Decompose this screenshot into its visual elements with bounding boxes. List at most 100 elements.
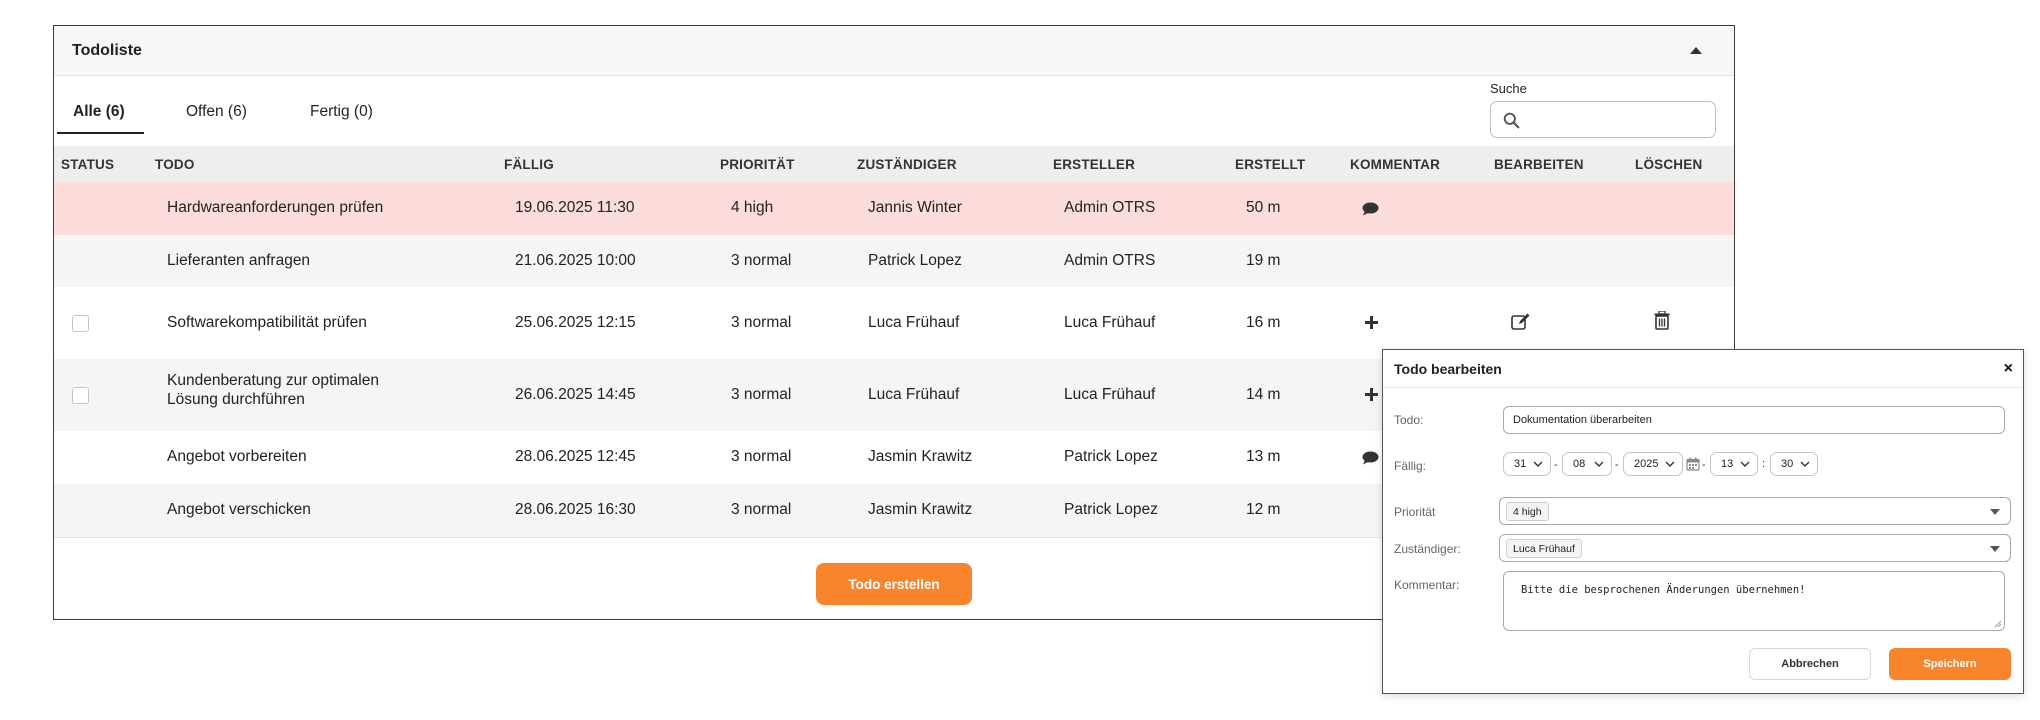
todo-title-line1: Kundenberatung zur optimalen bbox=[167, 372, 379, 389]
due-hour-value: 13 bbox=[1721, 458, 1734, 470]
assignee: Jannis Winter bbox=[868, 199, 962, 216]
due-day-select[interactable]: 31 bbox=[1503, 452, 1551, 476]
due-date: 26.06.2025 14:45 bbox=[515, 386, 636, 403]
col-todo[interactable]: TODO bbox=[155, 157, 195, 172]
plus-icon[interactable] bbox=[1365, 388, 1378, 401]
created-ago: 50 m bbox=[1246, 199, 1281, 216]
due-date: 25.06.2025 12:15 bbox=[515, 314, 636, 331]
todo-title-line2: Lösung durchführen bbox=[167, 391, 305, 408]
due-label: Fällig: bbox=[1394, 459, 1427, 473]
save-button[interactable]: Speichern bbox=[1889, 648, 2011, 680]
assignee-select[interactable]: Luca Frühauf bbox=[1499, 534, 2011, 562]
due-month-value: 08 bbox=[1573, 458, 1586, 470]
table-row[interactable]: Hardwareanforderungen prüfen 19.06.2025 … bbox=[54, 182, 1734, 235]
priority: 3 normal bbox=[731, 314, 792, 331]
table-header: STATUS TODO FÄLLIG PRIORITÄT ZUSTÄNDIGER… bbox=[54, 146, 1734, 182]
time-dash: - bbox=[1702, 459, 1706, 471]
due-minute-value: 30 bbox=[1781, 458, 1794, 470]
col-status[interactable]: STATUS bbox=[61, 157, 114, 172]
priority: 3 normal bbox=[731, 501, 792, 518]
todo-title: Angebot vorbereiten bbox=[167, 448, 307, 465]
col-assignee[interactable]: ZUSTÄNDIGER bbox=[857, 157, 957, 172]
due-month-select[interactable]: 08 bbox=[1562, 452, 1612, 476]
col-delete: LÖSCHEN bbox=[1635, 157, 1703, 172]
created-ago: 14 m bbox=[1246, 386, 1281, 403]
todo-input[interactable]: Dokumentation überarbeiten bbox=[1503, 406, 2005, 434]
tab-all[interactable]: Alle (6) bbox=[73, 103, 125, 131]
caret-down-icon bbox=[1990, 546, 2000, 552]
plus-icon[interactable] bbox=[1365, 316, 1378, 329]
col-edit: BEARBEITEN bbox=[1494, 157, 1584, 172]
time-colon: : bbox=[1762, 458, 1766, 470]
assignee-tag: Luca Frühauf bbox=[1506, 539, 1582, 558]
table-row[interactable]: Lieferanten anfragen 21.06.2025 10:00 3 … bbox=[54, 235, 1734, 287]
comment-textarea[interactable]: Bitte die besprochenen Änderungen überne… bbox=[1503, 571, 2005, 631]
status-checkbox[interactable] bbox=[72, 315, 89, 332]
created-ago: 16 m bbox=[1246, 314, 1281, 331]
comment-label: Kommentar: bbox=[1394, 578, 1460, 592]
chevron-down-icon bbox=[1800, 461, 1810, 467]
due-minute-select[interactable]: 30 bbox=[1770, 452, 1818, 476]
tab-open[interactable]: Offen (6) bbox=[186, 103, 247, 131]
assignee: Luca Frühauf bbox=[868, 314, 960, 331]
col-priority[interactable]: PRIORITÄT bbox=[720, 157, 795, 172]
todo-title: Hardwareanforderungen prüfen bbox=[167, 199, 384, 216]
priority: 3 normal bbox=[731, 448, 792, 465]
chevron-down-icon bbox=[1533, 461, 1543, 467]
edit-todo-modal: Todo bearbeiten × Todo: Dokumentation üb… bbox=[1382, 349, 2024, 694]
chevron-down-icon bbox=[1740, 461, 1750, 467]
close-icon[interactable]: × bbox=[2004, 360, 2013, 378]
todo-title: Angebot verschicken bbox=[167, 501, 311, 518]
comment-icon[interactable] bbox=[1362, 202, 1379, 216]
creator: Patrick Lopez bbox=[1064, 448, 1158, 465]
todo-label: Todo: bbox=[1394, 413, 1424, 427]
todo-title: Softwarekompatibilität prüfen bbox=[167, 314, 367, 331]
col-creator[interactable]: ERSTELLER bbox=[1053, 157, 1135, 172]
collapse-icon[interactable] bbox=[1690, 47, 1702, 54]
due-date: 19.06.2025 11:30 bbox=[515, 199, 635, 216]
active-tab-indicator bbox=[57, 132, 144, 134]
comment-text: Bitte die besprochenen Änderungen überne… bbox=[1521, 584, 1806, 596]
assignee: Jasmin Krawitz bbox=[868, 501, 973, 518]
panel-title: Todoliste bbox=[72, 41, 142, 59]
cancel-button[interactable]: Abbrechen bbox=[1749, 648, 1871, 680]
due-hour-select[interactable]: 13 bbox=[1710, 452, 1758, 476]
resize-grip-icon[interactable] bbox=[1994, 620, 2002, 628]
col-comment: KOMMENTAR bbox=[1350, 157, 1441, 172]
creator: Admin OTRS bbox=[1064, 199, 1156, 216]
created-ago: 13 m bbox=[1246, 448, 1281, 465]
create-todo-button[interactable]: Todo erstellen bbox=[816, 563, 972, 605]
priority-select[interactable]: 4 high bbox=[1499, 497, 2011, 525]
created-ago: 12 m bbox=[1246, 501, 1281, 518]
edit-icon[interactable] bbox=[1511, 312, 1531, 331]
priority: 3 normal bbox=[731, 252, 792, 269]
calendar-icon[interactable] bbox=[1686, 457, 1700, 471]
tab-done[interactable]: Fertig (0) bbox=[310, 103, 373, 131]
search-input[interactable] bbox=[1490, 101, 1716, 138]
caret-down-icon bbox=[1990, 509, 2000, 515]
due-date: 21.06.2025 10:00 bbox=[515, 252, 636, 269]
chevron-down-icon bbox=[1665, 461, 1675, 467]
creator: Patrick Lopez bbox=[1064, 501, 1158, 518]
assignee: Jasmin Krawitz bbox=[868, 448, 973, 465]
due-day-value: 31 bbox=[1514, 458, 1527, 470]
assignee-label: Zuständiger: bbox=[1394, 542, 1461, 556]
due-year-value: 2025 bbox=[1634, 458, 1659, 470]
trash-icon[interactable] bbox=[1654, 311, 1670, 330]
creator: Luca Frühauf bbox=[1064, 314, 1156, 331]
search-icon bbox=[1503, 112, 1520, 129]
due-date: 28.06.2025 16:30 bbox=[515, 501, 636, 518]
priority: 4 high bbox=[731, 199, 774, 216]
status-checkbox[interactable] bbox=[72, 387, 89, 404]
modal-title: Todo bearbeiten bbox=[1394, 360, 1502, 377]
assignee: Luca Frühauf bbox=[868, 386, 960, 403]
due-year-select[interactable]: 2025 bbox=[1623, 452, 1683, 476]
priority-tag: 4 high bbox=[1506, 502, 1549, 521]
created-ago: 19 m bbox=[1246, 252, 1281, 269]
search-label: Suche bbox=[1490, 81, 1527, 96]
creator: Luca Frühauf bbox=[1064, 386, 1156, 403]
comment-icon[interactable] bbox=[1362, 451, 1379, 465]
panel-header: Todoliste bbox=[54, 26, 1734, 76]
col-due[interactable]: FÄLLIG bbox=[504, 157, 554, 172]
col-created[interactable]: ERSTELLT bbox=[1235, 157, 1305, 172]
